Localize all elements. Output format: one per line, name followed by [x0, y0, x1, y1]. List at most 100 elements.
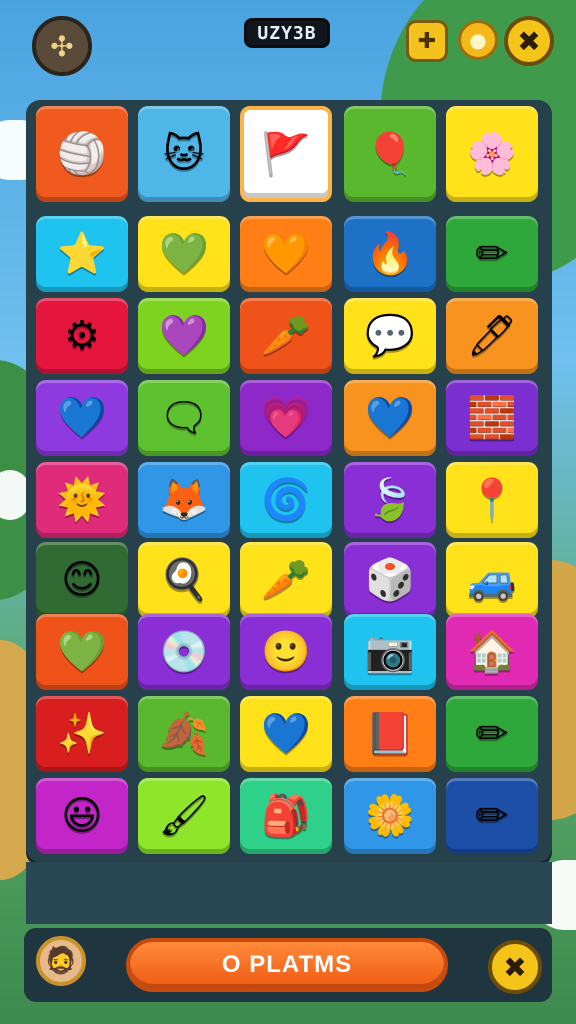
- game-tile[interactable]: 📍: [446, 462, 538, 538]
- bottom-close-button[interactable]: ✖: [488, 940, 542, 994]
- flag-card-icon: 🚩: [261, 131, 311, 177]
- backpack-icon: 🎒: [261, 793, 311, 839]
- game-tile[interactable]: 🚩: [240, 106, 332, 202]
- game-tile[interactable]: 📷: [344, 614, 436, 690]
- speech-bubble-icon: 💬: [365, 313, 415, 359]
- flower-face-icon: 🌼: [365, 793, 415, 839]
- game-tile[interactable]: 🌼: [344, 778, 436, 854]
- game-tile[interactable]: 🏐: [36, 106, 128, 202]
- car-icon: 🚙: [467, 557, 517, 603]
- fox-icon: 🦊: [159, 477, 209, 523]
- pen-icon: 🖊: [466, 313, 518, 359]
- close-icon: ✖: [503, 950, 527, 984]
- smiley-coin-icon: 🙂: [261, 629, 311, 675]
- heart-icon: 💙: [261, 711, 311, 757]
- heart-icon: 🧡: [261, 231, 311, 277]
- menu-button[interactable]: ✣: [32, 16, 92, 76]
- game-tile[interactable]: 💚: [36, 614, 128, 690]
- board-empty-area: [26, 862, 552, 924]
- smile-face-icon: 😃: [61, 793, 103, 839]
- player-avatar[interactable]: 🧔: [36, 936, 86, 986]
- game-tile[interactable]: ✏: [446, 216, 538, 292]
- close-button[interactable]: ✖: [504, 16, 554, 66]
- game-tile[interactable]: 🥕: [240, 542, 332, 618]
- game-tile[interactable]: 💗: [240, 380, 332, 456]
- game-tile[interactable]: 🍂: [138, 696, 230, 772]
- game-tile[interactable]: 💚: [138, 216, 230, 292]
- action-button[interactable]: O PLATMS: [126, 938, 448, 992]
- game-tile[interactable]: 🌀: [240, 462, 332, 538]
- coin-icon: ●: [469, 28, 487, 52]
- heart-icon: 💚: [57, 629, 107, 675]
- heart-icon: 💙: [57, 395, 107, 441]
- game-tile[interactable]: 💙: [344, 380, 436, 456]
- pencil-icon: ✏: [475, 711, 509, 757]
- sun-ball-icon: 🎈: [365, 131, 415, 177]
- heart-icon: 💚: [159, 231, 209, 277]
- book-icon: 📕: [365, 711, 415, 757]
- game-tile[interactable]: 🗨: [138, 380, 230, 456]
- pin-icon: 📍: [467, 477, 517, 523]
- striped-ball-icon: 🏐: [57, 131, 107, 177]
- dice-icon: 🎲: [365, 557, 415, 603]
- disc-icon: 💿: [159, 629, 209, 675]
- game-tile[interactable]: 🧱: [446, 380, 538, 456]
- game-tile[interactable]: 🍃: [344, 462, 436, 538]
- game-tile[interactable]: 😃: [36, 778, 128, 854]
- heart-icon: 💗: [261, 395, 311, 441]
- game-tile[interactable]: 😊: [36, 542, 128, 618]
- player-avatar-icon: 🧔: [44, 946, 78, 976]
- game-tile[interactable]: 💙: [240, 696, 332, 772]
- gear-flower-icon: ⚙: [64, 313, 100, 359]
- game-tile[interactable]: ✏: [446, 696, 538, 772]
- game-tile[interactable]: 🦊: [138, 462, 230, 538]
- game-tile[interactable]: 🙂: [240, 614, 332, 690]
- game-tile[interactable]: ✏: [446, 778, 538, 854]
- game-tile[interactable]: 🎲: [344, 542, 436, 618]
- game-tile[interactable]: 🔥: [344, 216, 436, 292]
- sun-face-icon: 🌞: [57, 477, 107, 523]
- puzzle-grid-icon: ✣: [50, 29, 74, 63]
- blob-face-icon: 😊: [61, 557, 103, 603]
- cat-robot-icon: 🐱: [163, 131, 205, 177]
- puzzle-piece-icon: ✚: [417, 28, 437, 54]
- game-tile[interactable]: 💙: [36, 380, 128, 456]
- game-tile[interactable]: 🥕: [240, 298, 332, 374]
- game-tile[interactable]: 📕: [344, 696, 436, 772]
- game-tile[interactable]: 🍳: [138, 542, 230, 618]
- game-tile[interactable]: 🏠: [446, 614, 538, 690]
- coin-button[interactable]: ●: [458, 20, 498, 60]
- game-tile[interactable]: 🖌: [138, 778, 230, 854]
- game-tile[interactable]: ⚙: [36, 298, 128, 374]
- swirl-icon: 🌀: [261, 477, 311, 523]
- game-tile[interactable]: 💬: [344, 298, 436, 374]
- carrot-icon: 🥕: [261, 313, 311, 359]
- close-icon: ✖: [517, 24, 541, 58]
- paint-splat-icon: 💜: [159, 313, 209, 359]
- game-tile[interactable]: 🧡: [240, 216, 332, 292]
- game-tile[interactable]: 💜: [138, 298, 230, 374]
- score-text: UZY3B: [257, 22, 317, 44]
- blocks-icon: 🧱: [467, 395, 517, 441]
- game-tile[interactable]: 🎈: [344, 106, 436, 202]
- camera-icon: 📷: [365, 629, 415, 675]
- puzzle-button[interactable]: ✚: [406, 20, 448, 62]
- game-tile[interactable]: 🖊: [446, 298, 538, 374]
- game-tile[interactable]: 🎒: [240, 778, 332, 854]
- egg-icon: 🍳: [159, 557, 209, 603]
- game-tile[interactable]: 🐱: [138, 106, 230, 202]
- brush-icon: 🖌: [158, 793, 210, 839]
- pencil-icon: ✏: [475, 231, 509, 277]
- flame-icon: 🔥: [365, 231, 415, 277]
- game-tile[interactable]: 💿: [138, 614, 230, 690]
- score-display: UZY3B: [244, 18, 330, 48]
- game-tile[interactable]: 🌞: [36, 462, 128, 538]
- leaf-icon: 🍃: [365, 477, 415, 523]
- pencil-icon: ✏: [475, 793, 509, 839]
- game-tile[interactable]: 🌸: [446, 106, 538, 202]
- flame-leaf-icon: 🍂: [159, 711, 209, 757]
- game-tile[interactable]: ✨: [36, 696, 128, 772]
- action-button-label: O PLATMS: [221, 951, 353, 978]
- game-tile[interactable]: 🚙: [446, 542, 538, 618]
- game-tile[interactable]: ⭐: [36, 216, 128, 292]
